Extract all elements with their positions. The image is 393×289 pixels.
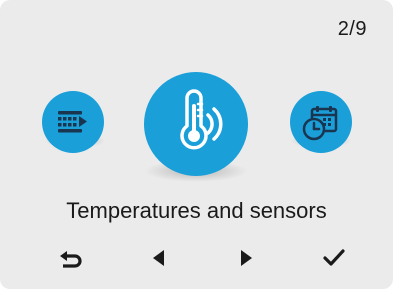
next-icon [241, 250, 252, 266]
device-screen: 2/9 Temperatures and sensors [0, 0, 393, 289]
menu-item-temperatures-sensors[interactable] [144, 72, 248, 176]
previous-icon [153, 250, 164, 266]
calendar-clock-icon [302, 106, 338, 141]
list-transfer-icon [58, 111, 87, 133]
menu-item-list-transfer[interactable] [42, 91, 104, 153]
menu-item-calendar-clock[interactable] [290, 91, 352, 153]
selected-menu-title: Temperatures and sensors [66, 198, 327, 223]
page-counter: 2/9 [337, 18, 367, 40]
thermometer-sensor-icon [180, 89, 223, 150]
next-button[interactable] [226, 240, 266, 276]
confirm-icon [323, 249, 345, 266]
back-icon [60, 251, 82, 268]
back-button[interactable] [51, 240, 91, 276]
confirm-button[interactable] [314, 240, 354, 276]
previous-button[interactable] [139, 240, 179, 276]
